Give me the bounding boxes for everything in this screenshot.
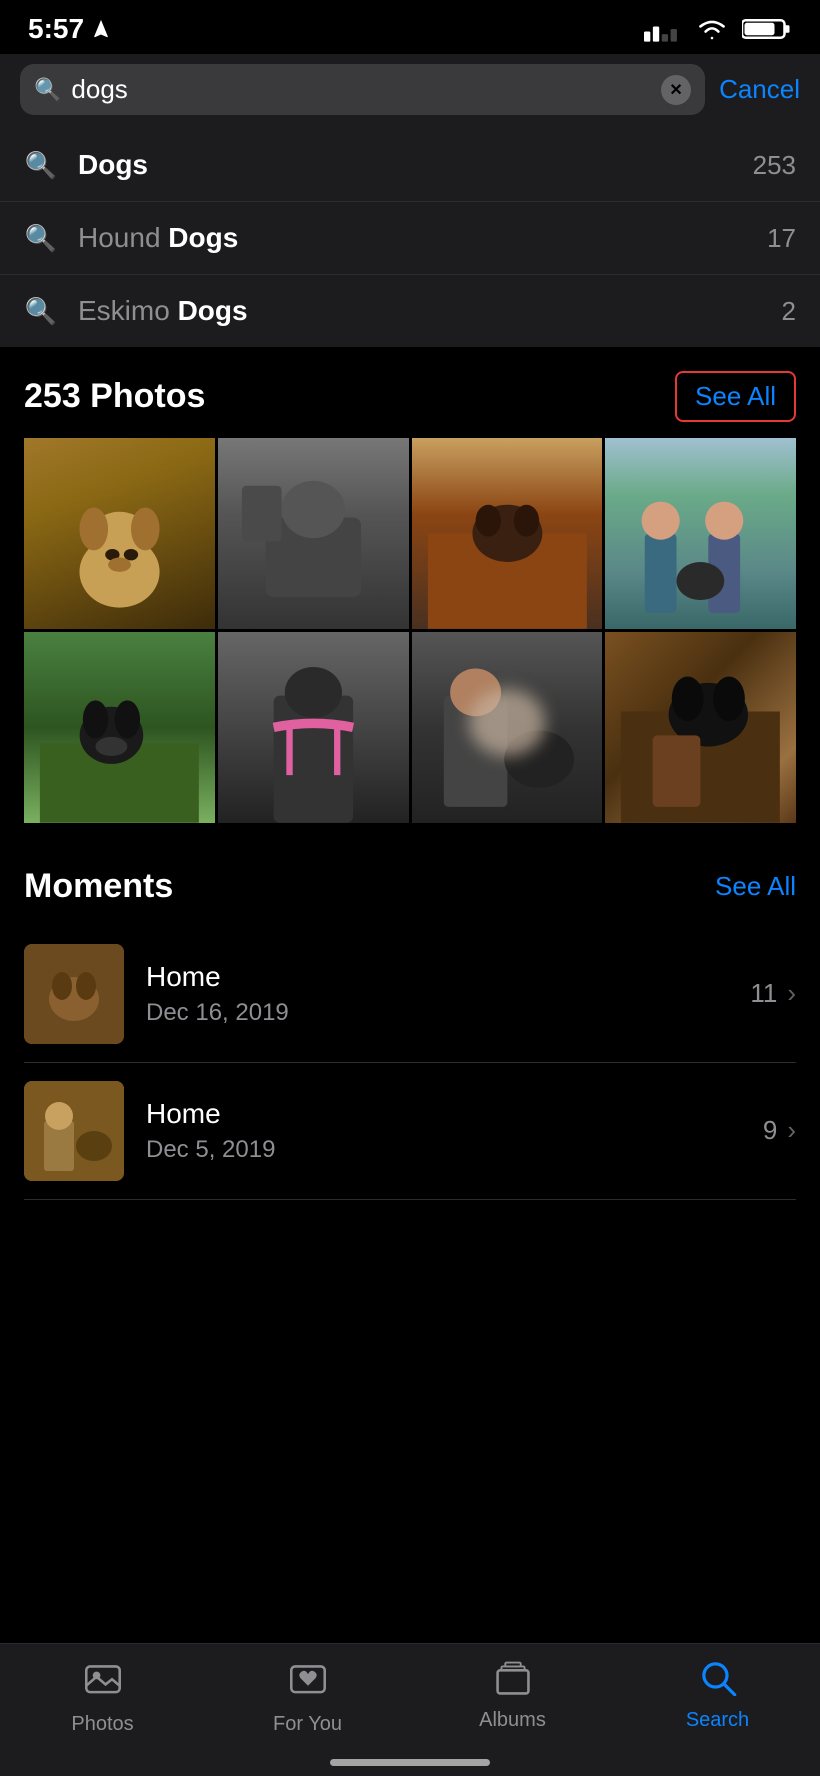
search-icon: 🔍 xyxy=(24,296,58,327)
wifi-icon xyxy=(694,16,730,42)
moment-info: Home Dec 5, 2019 xyxy=(146,1098,763,1164)
suggestion-count: 253 xyxy=(753,150,796,181)
photo-cell[interactable] xyxy=(24,632,215,823)
moment-location: Home xyxy=(146,961,750,993)
clear-search-button[interactable] xyxy=(661,75,691,105)
suggestion-prefix: Hound xyxy=(78,222,168,253)
for-you-nav-label: For You xyxy=(273,1713,342,1736)
moment-thumbnail xyxy=(24,944,124,1044)
suggestion-main: Dogs xyxy=(168,222,238,253)
photos-icon xyxy=(83,1660,123,1696)
suggestion-prefix: Eskimo xyxy=(78,295,178,326)
search-nav-label: Search xyxy=(686,1709,749,1732)
moments-header: Moments See All xyxy=(24,867,796,906)
photos-nav-icon xyxy=(83,1660,123,1705)
for-you-nav-icon xyxy=(288,1660,328,1705)
suggestion-main: Dogs xyxy=(178,295,248,326)
dog-image xyxy=(24,632,215,823)
home-indicator xyxy=(330,1759,490,1766)
suggestions-list: 🔍 Dogs 253 🔍 Hound Dogs 17 🔍 Eskimo Dogs… xyxy=(0,129,820,347)
photo-cell[interactable] xyxy=(605,438,796,629)
time-display: 5:57 xyxy=(28,13,84,45)
status-bar: 5:57 xyxy=(0,0,820,54)
moment-date: Dec 16, 2019 xyxy=(146,999,750,1027)
suggestion-item[interactable]: 🔍 Hound Dogs 17 xyxy=(0,202,820,275)
photo-cell[interactable] xyxy=(412,632,603,823)
suggestion-text: Eskimo Dogs xyxy=(78,295,782,327)
moment-item[interactable]: Home Dec 16, 2019 11 › xyxy=(24,926,796,1063)
moments-title: Moments xyxy=(24,867,173,906)
suggestion-item[interactable]: 🔍 Dogs 253 xyxy=(0,129,820,202)
chevron-right-icon: › xyxy=(787,1115,796,1146)
for-you-icon xyxy=(288,1660,328,1696)
nav-item-for-you[interactable]: For You xyxy=(205,1660,410,1736)
moment-image xyxy=(24,1081,124,1181)
photos-nav-label: Photos xyxy=(71,1713,133,1736)
search-icon xyxy=(698,1660,738,1696)
albums-icon xyxy=(493,1660,533,1696)
moment-count: 9 xyxy=(763,1115,777,1146)
moment-date: Dec 5, 2019 xyxy=(146,1136,763,1164)
see-all-photos-button[interactable]: See All xyxy=(675,371,796,422)
albums-nav-icon xyxy=(493,1660,533,1701)
search-icon: 🔍 xyxy=(24,150,58,181)
status-time: 5:57 xyxy=(28,13,112,45)
nav-item-albums[interactable]: Albums xyxy=(410,1660,615,1732)
suggestion-main: Dogs xyxy=(78,149,148,180)
suggestion-text: Hound Dogs xyxy=(78,222,767,254)
search-icon: 🔍 xyxy=(34,77,61,103)
moment-image xyxy=(24,944,124,1044)
photo-grid xyxy=(24,438,796,823)
search-bar-container: 🔍 dogs Cancel xyxy=(0,54,820,129)
nav-item-search[interactable]: Search xyxy=(615,1660,820,1732)
photo-cell[interactable] xyxy=(412,438,603,629)
dog-image xyxy=(218,438,409,629)
photo-cell[interactable] xyxy=(218,438,409,629)
battery-icon xyxy=(742,15,792,43)
photos-section-title: 253 Photos xyxy=(24,377,205,416)
photo-cell[interactable] xyxy=(218,632,409,823)
moments-section: Moments See All Home Dec 16, 2019 11 › xyxy=(0,837,820,1200)
section-header: 253 Photos See All xyxy=(24,371,796,422)
suggestion-count: 2 xyxy=(782,296,796,327)
search-icon: 🔍 xyxy=(24,223,58,254)
nav-item-photos[interactable]: Photos xyxy=(0,1660,205,1736)
dog-image xyxy=(48,486,191,629)
search-nav-icon xyxy=(698,1660,738,1701)
search-input[interactable]: dogs xyxy=(71,74,651,105)
moments-see-all-button[interactable]: See All xyxy=(715,871,796,902)
photos-section: 253 Photos See All xyxy=(0,347,820,837)
chevron-right-icon: › xyxy=(787,978,796,1009)
navigation-icon xyxy=(90,18,112,40)
dog-image xyxy=(605,438,796,629)
suggestion-item[interactable]: 🔍 Eskimo Dogs 2 xyxy=(0,275,820,347)
dog-image xyxy=(218,632,409,823)
photo-cell[interactable] xyxy=(24,438,215,629)
moment-count-area: 11 › xyxy=(750,978,796,1009)
dog-image xyxy=(605,632,796,823)
photo-cell[interactable] xyxy=(605,632,796,823)
bottom-nav: Photos For You Albums Search xyxy=(0,1643,820,1776)
search-input-wrapper[interactable]: 🔍 dogs xyxy=(20,64,705,115)
dog-image xyxy=(412,438,603,629)
albums-nav-label: Albums xyxy=(479,1709,546,1732)
moment-info: Home Dec 16, 2019 xyxy=(146,961,750,1027)
suggestion-text: Dogs xyxy=(78,149,753,181)
status-icons xyxy=(644,15,792,43)
signal-icon xyxy=(644,16,682,42)
blur-overlay xyxy=(469,689,545,756)
suggestion-count: 17 xyxy=(767,223,796,254)
cancel-button[interactable]: Cancel xyxy=(719,74,800,105)
moment-count: 11 xyxy=(750,978,777,1009)
main-content: 5:57 xyxy=(0,0,820,1380)
moment-thumbnail xyxy=(24,1081,124,1181)
moment-location: Home xyxy=(146,1098,763,1130)
moment-item[interactable]: Home Dec 5, 2019 9 › xyxy=(24,1063,796,1200)
moment-count-area: 9 › xyxy=(763,1115,796,1146)
